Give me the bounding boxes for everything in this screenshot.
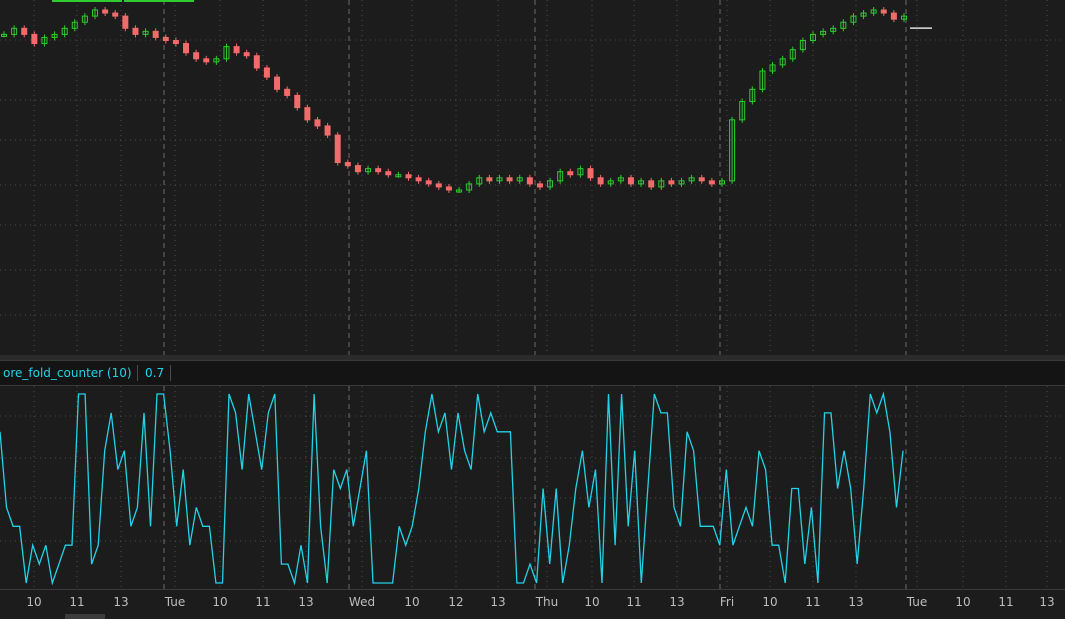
time-tick-label: 11	[69, 595, 85, 609]
candle-body	[506, 177, 513, 182]
study-value-label: 0.7	[140, 365, 172, 381]
time-tick-label: 12	[448, 595, 464, 609]
time-tick-label: 10	[404, 595, 420, 609]
candle-body	[708, 180, 715, 185]
time-tick-label: 13	[848, 595, 864, 609]
candle-body	[375, 168, 382, 173]
time-tick-label: Tue	[164, 595, 186, 609]
candle-body	[193, 52, 200, 60]
top-marker-bar	[124, 0, 194, 2]
candle-body	[567, 171, 574, 176]
candle-body	[526, 177, 533, 185]
time-tick-label: 13	[669, 595, 685, 609]
time-tick-label: 10	[955, 595, 971, 609]
study-pane[interactable]	[0, 386, 1065, 589]
candle-body	[172, 40, 179, 45]
candle-body	[486, 177, 493, 182]
time-tick-label: 10	[762, 595, 778, 609]
candle-body	[152, 30, 159, 38]
candle-body	[183, 43, 190, 54]
candle-body	[132, 27, 139, 35]
study-series-line	[0, 391, 904, 586]
time-tick-label: 11	[805, 595, 821, 609]
study-header: ore_fold_counter (10) 0.7	[0, 360, 1065, 386]
candle-body	[668, 180, 675, 185]
top-marker-bar	[52, 0, 122, 2]
candle-body	[344, 162, 351, 167]
time-tick-label: 13	[1039, 595, 1055, 609]
study-chart-svg[interactable]	[0, 386, 1065, 589]
candle-body	[445, 186, 452, 191]
time-tick-label: 10	[212, 595, 228, 609]
time-tick-label: 13	[490, 595, 506, 609]
candle-body	[890, 12, 897, 20]
candle-body	[203, 58, 210, 63]
candle-body	[627, 177, 634, 185]
candle-body	[263, 67, 270, 78]
candle-body	[648, 180, 655, 188]
time-tick-label: 13	[298, 595, 314, 609]
candle-body	[698, 177, 705, 182]
candle-body	[587, 168, 594, 179]
time-tick-label: Tue	[906, 595, 928, 609]
price-pane[interactable]	[0, 0, 1065, 355]
time-tick-label: Fri	[719, 595, 735, 609]
candle-body	[405, 174, 412, 179]
candle-body	[274, 76, 281, 90]
candle-body	[880, 9, 887, 14]
candle-body	[294, 94, 301, 109]
time-tick-label: 10	[584, 595, 600, 609]
candle-body	[284, 88, 291, 96]
candle-body	[253, 55, 260, 69]
time-tick-label: 11	[626, 595, 642, 609]
time-tick-label: 10	[26, 595, 42, 609]
price-chart-svg[interactable]	[0, 0, 1065, 355]
chart-window: ore_fold_counter (10) 0.7 10 11 13 Tue 10 11 1…	[0, 0, 1065, 619]
candle-body	[243, 52, 250, 57]
time-tick-label: 13	[113, 595, 129, 609]
time-tick-label: 11	[998, 595, 1014, 609]
candle-body	[31, 33, 38, 45]
candle-body	[536, 183, 543, 188]
candle-body	[102, 9, 109, 14]
time-axis[interactable]: 10 11 13 Tue 10 11 13 Wed 10 12 13 Thu 10 11 13 Fri 10 11…	[0, 589, 1065, 619]
candle-body	[415, 177, 422, 182]
candle-body	[304, 107, 311, 121]
time-tick-label: Wed	[348, 595, 376, 609]
candle-body	[435, 183, 442, 188]
candle-body	[324, 125, 331, 136]
candle-body	[314, 119, 321, 127]
candle-body	[354, 165, 361, 173]
time-tick-label: 11	[255, 595, 271, 609]
study-name-label[interactable]: ore_fold_counter (10)	[0, 365, 138, 381]
study-grid	[0, 386, 1065, 589]
candle-body	[112, 12, 119, 17]
time-tick-label: Thu	[535, 595, 559, 609]
scrollbar-thumb[interactable]	[65, 614, 105, 619]
candle-body	[122, 15, 129, 29]
candle-body	[597, 177, 604, 185]
candle-body	[385, 171, 392, 176]
candle-body	[21, 27, 28, 35]
candle-body	[233, 46, 240, 54]
candle-body	[162, 36, 169, 42]
candle-body	[334, 134, 341, 164]
candle-body	[425, 180, 432, 185]
